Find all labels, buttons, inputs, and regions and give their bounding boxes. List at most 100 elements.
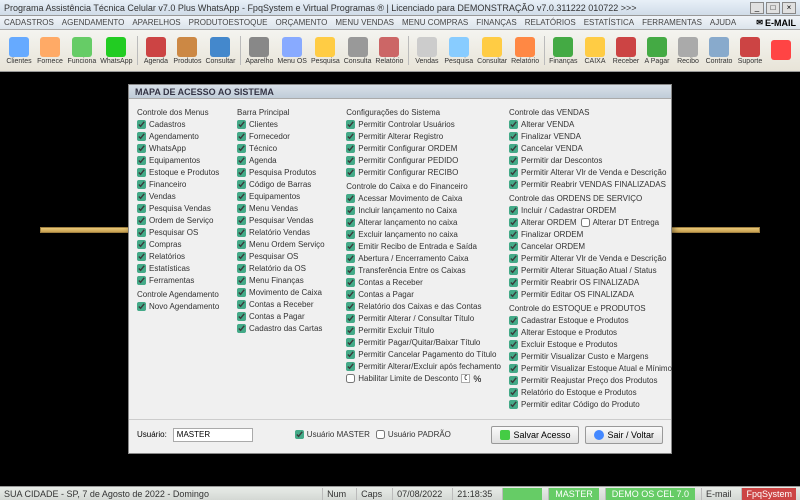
chk-compras[interactable]: [137, 240, 146, 249]
menu-menu-vendas[interactable]: MENU VENDAS: [335, 16, 394, 29]
chk-relat-rio-vendas[interactable]: [237, 228, 246, 237]
chk-vendas[interactable]: [137, 192, 146, 201]
chk-permitir-reabrir-ven[interactable]: [509, 180, 518, 189]
menu-ferramentas[interactable]: FERRAMENTAS: [642, 16, 702, 29]
chk-alterar-ordem[interactable]: [509, 218, 518, 227]
toolbar-menu os[interactable]: Menu OS: [276, 32, 309, 69]
chk-agenda[interactable]: [237, 156, 246, 165]
toolbar-fornece[interactable]: Fornece: [35, 32, 65, 69]
chk-permitir-cancelar-pa[interactable]: [346, 350, 355, 359]
chk-finalizar-venda[interactable]: [509, 132, 518, 141]
chk-whatsapp[interactable]: [137, 144, 146, 153]
chk-pesquisa-produtos[interactable]: [237, 168, 246, 177]
chk-master[interactable]: [295, 430, 304, 439]
chk-relat-rio-da-os[interactable]: [237, 264, 246, 273]
menu-relatórios[interactable]: RELATÓRIOS: [525, 16, 576, 29]
chk-padrao[interactable]: [376, 430, 385, 439]
menu-ajuda[interactable]: AJUDA: [710, 16, 736, 29]
toolbar-recibo[interactable]: Recibo: [673, 32, 703, 69]
exit-button[interactable]: Sair / Voltar: [585, 426, 663, 444]
chk-contas-a-pagar[interactable]: [237, 312, 246, 321]
toolbar-consulta[interactable]: Consulta: [342, 32, 373, 69]
chk-permitir-pagar-quita[interactable]: [346, 338, 355, 347]
email-indicator[interactable]: ✉ E-MAIL: [756, 16, 796, 29]
toolbar-aparelho[interactable]: Aparelho: [244, 32, 275, 69]
toolbar-consultar[interactable]: Consultar: [476, 32, 509, 69]
toolbar-finanças[interactable]: Finanças: [548, 32, 579, 69]
chk-relat-rio-dos-caixas[interactable]: [346, 302, 355, 311]
chk-finalizar-ordem[interactable]: [509, 230, 518, 239]
toolbar-whatsapp[interactable]: WhatsApp: [99, 32, 134, 69]
toolbar-agenda[interactable]: Agenda: [141, 32, 171, 69]
chk-pesquisa-vendas[interactable]: [137, 204, 146, 213]
menu-estatística[interactable]: ESTATÍSTICA: [584, 16, 634, 29]
chk-estat-sticas[interactable]: [137, 264, 146, 273]
chk-financeiro[interactable]: [137, 180, 146, 189]
chk-permitir-dar-descont[interactable]: [509, 156, 518, 165]
chk-permitir-editar-os-f[interactable]: [509, 290, 518, 299]
menu-menu-compras[interactable]: MENU COMPRAS: [402, 16, 468, 29]
toolbar-funciona[interactable]: Funciona: [66, 32, 98, 69]
chk-acessar-movimento-de[interactable]: [346, 194, 355, 203]
toolbar-produtos[interactable]: Produtos: [172, 32, 203, 69]
chk-permitir-visualizar-[interactable]: [509, 352, 518, 361]
menu-orçamento[interactable]: ORÇAMENTO: [275, 16, 327, 29]
chk-alterar-lan-amento-n[interactable]: [346, 218, 355, 227]
chk-alterar-venda[interactable]: [509, 120, 518, 129]
chk-permitir-alterar-exc[interactable]: [346, 362, 355, 371]
chk-cadastrar-estoque-e-[interactable]: [509, 316, 518, 325]
chk-t-cnico[interactable]: [237, 144, 246, 153]
chk-cadastro-das-cartas[interactable]: [237, 324, 246, 333]
chk-relat-rios[interactable]: [137, 252, 146, 261]
chk-transfer-ncia-entre-[interactable]: [346, 266, 355, 275]
chk-permitir-controlar-u[interactable]: [346, 120, 355, 129]
chk-contas-a-receber[interactable]: [237, 300, 246, 309]
chk-permitir-alterar-con[interactable]: [346, 314, 355, 323]
menu-agendamento[interactable]: AGENDAMENTO: [62, 16, 125, 29]
chk-incluir-lan-amento-n[interactable]: [346, 206, 355, 215]
toolbar-pesquisa[interactable]: Pesquisa: [443, 32, 475, 69]
chk-equipamentos[interactable]: [237, 192, 246, 201]
save-button[interactable]: Salvar Acesso: [491, 426, 579, 444]
chk-permitir-configurar-[interactable]: [346, 168, 355, 177]
chk-permitir-configurar-[interactable]: [346, 144, 355, 153]
chk-abertura-encerrament[interactable]: [346, 254, 355, 263]
chk-permitir-excluir-t-t[interactable]: [346, 326, 355, 335]
chk-c-digo-de-barras[interactable]: [237, 180, 246, 189]
chk-discount[interactable]: [346, 374, 355, 383]
chk-contas-a-receber[interactable]: [346, 278, 355, 287]
chk-emitir-recibo-de-ent[interactable]: [346, 242, 355, 251]
chk-pesquisar-os[interactable]: [237, 252, 246, 261]
chk-menu-finan-as[interactable]: [237, 276, 246, 285]
chk-excluir-estoque-e-pr[interactable]: [509, 340, 518, 349]
chk-permitir-alterar-vlr[interactable]: [509, 168, 518, 177]
chk-alterar-estoque-e-pr[interactable]: [509, 328, 518, 337]
chk-estoque-e-produtos[interactable]: [137, 168, 146, 177]
menu-finanças[interactable]: FINANÇAS: [476, 16, 516, 29]
toolbar-vendas[interactable]: Vendas: [412, 32, 442, 69]
chk-movimento-de-caixa[interactable]: [237, 288, 246, 297]
chk-relat-rio-do-estoque[interactable]: [509, 388, 518, 397]
chk-cancelar-venda[interactable]: [509, 144, 518, 153]
toolbar-consultar[interactable]: Consultar: [204, 32, 237, 69]
chk-clientes[interactable]: [237, 120, 246, 129]
menu-produtoestoque[interactable]: PRODUTOESTOQUE: [189, 16, 268, 29]
chk-cancelar-ordem[interactable]: [509, 242, 518, 251]
chk-permitir-alterar-reg[interactable]: [346, 132, 355, 141]
menu-cadastros[interactable]: CADASTROS: [4, 16, 54, 29]
chk-excluir-lan-amento-n[interactable]: [346, 230, 355, 239]
chk-permitir-visualizar-[interactable]: [509, 364, 518, 373]
toolbar-receber[interactable]: Receber: [611, 32, 641, 69]
chk-permitir-reajustar-p[interactable]: [509, 376, 518, 385]
toolbar-suporte[interactable]: Suporte: [735, 32, 765, 69]
chk-fornecedor[interactable]: [237, 132, 246, 141]
toolbar-a pagar[interactable]: A Pagar: [642, 32, 672, 69]
chk-novo-agendamento[interactable]: [137, 302, 146, 311]
maximize-button[interactable]: □: [766, 2, 780, 14]
chk-incluir-cadastrar-or[interactable]: [509, 206, 518, 215]
toolbar-pesquisa[interactable]: Pesquisa: [309, 32, 341, 69]
toolbar-contrato[interactable]: Contrato: [704, 32, 734, 69]
chk-ordem-de-servi-o[interactable]: [137, 216, 146, 225]
chk-contas-a-pagar[interactable]: [346, 290, 355, 299]
chk-cadastros[interactable]: [137, 120, 146, 129]
